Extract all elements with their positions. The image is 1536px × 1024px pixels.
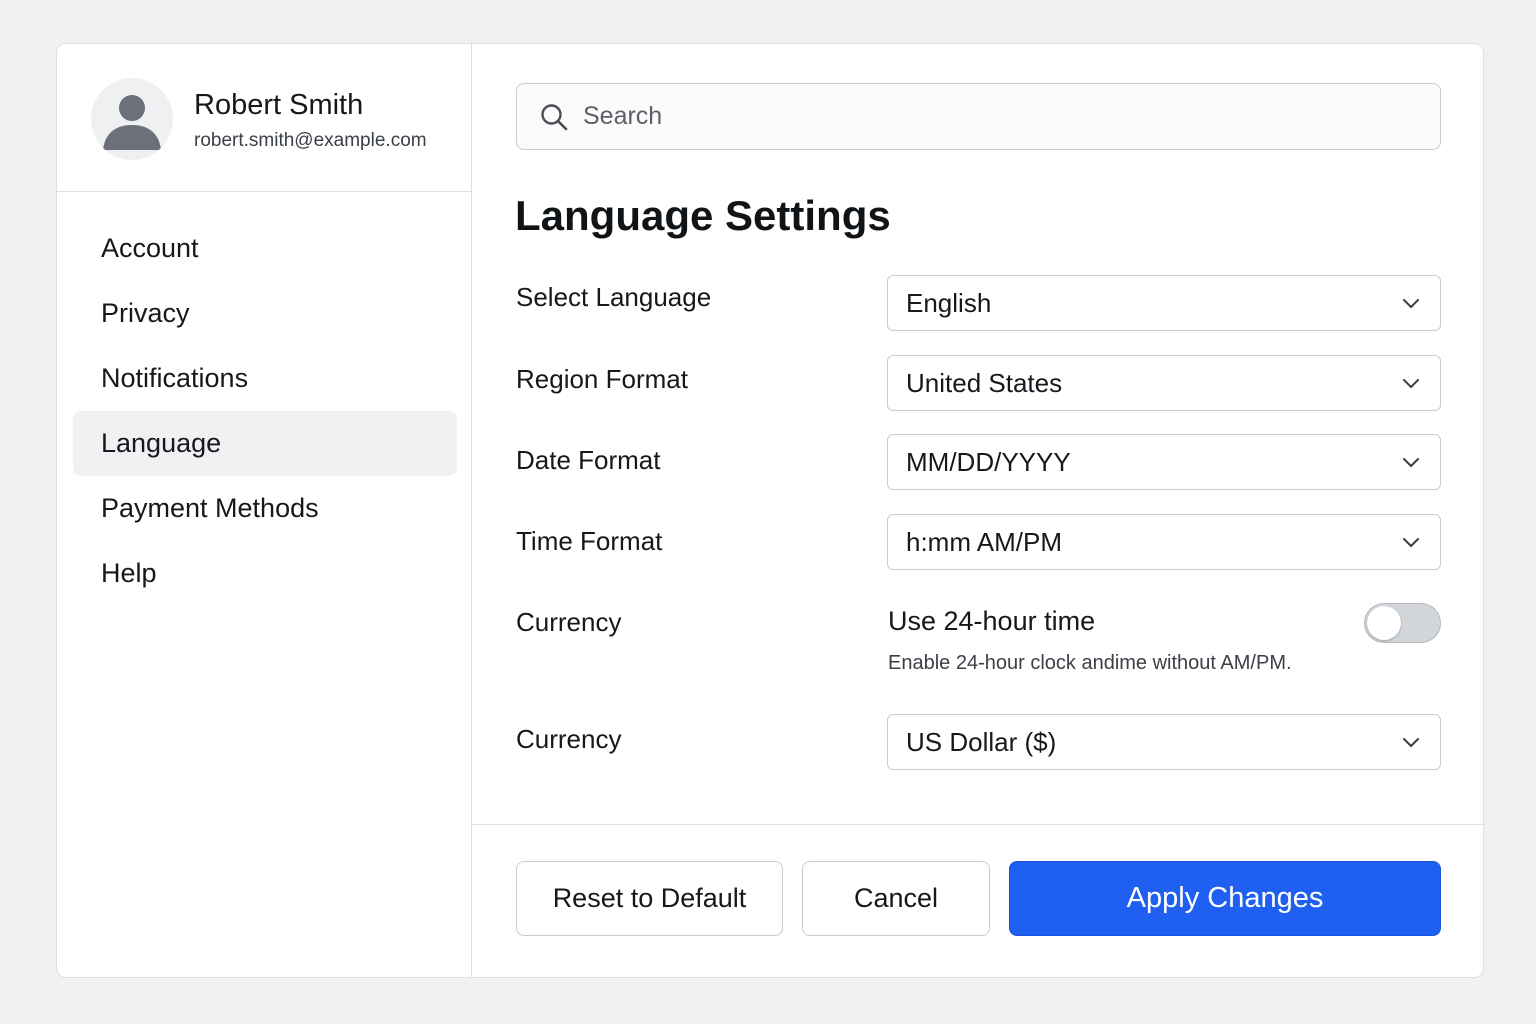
apply-changes-button[interactable]: Apply Changes bbox=[1009, 861, 1441, 936]
region-format-select[interactable]: United States bbox=[887, 355, 1441, 411]
sidebar-item-privacy[interactable]: Privacy bbox=[73, 281, 457, 346]
footer-divider bbox=[472, 824, 1483, 825]
date-format-select-value: MM/DD/YYYY bbox=[906, 447, 1071, 477]
time-format-label: Time Format bbox=[516, 526, 663, 556]
region-format-label: Region Format bbox=[516, 364, 688, 394]
time-format-select-value: h:mm AM/PM bbox=[906, 527, 1063, 557]
date-format-select[interactable]: MM/DD/YYYY bbox=[887, 434, 1441, 490]
user-avatar-icon[interactable] bbox=[91, 78, 173, 160]
chevron-down-icon bbox=[1402, 295, 1420, 318]
profile-email: robert.smith@example.com bbox=[194, 130, 427, 151]
chevron-down-icon bbox=[1402, 375, 1420, 398]
toggle-row-label: Currency bbox=[516, 607, 622, 637]
page-title: Language Settings bbox=[515, 192, 891, 239]
region-format-select-value: United States bbox=[906, 368, 1063, 398]
language-select-value: English bbox=[906, 288, 992, 318]
main-panel: Language Settings Select Language Englis… bbox=[472, 44, 1483, 977]
currency-select[interactable]: US Dollar ($) bbox=[887, 714, 1441, 770]
time-format-select[interactable]: h:mm AM/PM bbox=[887, 514, 1441, 570]
search-icon bbox=[539, 102, 569, 137]
use-24-hour-description: Enable 24-hour clock andime without AM/P… bbox=[888, 652, 1292, 674]
currency-select-value: US Dollar ($) bbox=[906, 727, 1057, 757]
toggle-knob bbox=[1367, 606, 1401, 640]
reset-to-default-button[interactable]: Reset to Default bbox=[516, 861, 783, 936]
sidebar-item-help[interactable]: Help bbox=[73, 541, 457, 606]
use-24-hour-title: Use 24-hour time bbox=[888, 606, 1096, 636]
sidebar-item-account[interactable]: Account bbox=[73, 216, 457, 281]
cancel-button[interactable]: Cancel bbox=[802, 861, 990, 936]
sidebar-item-payment-methods[interactable]: Payment Methods bbox=[73, 476, 457, 541]
sidebar-item-notifications[interactable]: Notifications bbox=[73, 346, 457, 411]
chevron-down-icon bbox=[1402, 534, 1420, 557]
search-bar bbox=[516, 83, 1441, 150]
sidebar: Robert Smith robert.smith@example.com Ac… bbox=[57, 44, 472, 977]
settings-window: Robert Smith robert.smith@example.com Ac… bbox=[56, 43, 1484, 978]
chevron-down-icon bbox=[1402, 454, 1420, 477]
sidebar-nav: Account Privacy Notifications Language P… bbox=[73, 216, 457, 606]
select-language-label: Select Language bbox=[516, 282, 712, 312]
profile-name: Robert Smith bbox=[194, 89, 364, 121]
use-24-hour-toggle[interactable] bbox=[1364, 603, 1441, 643]
date-format-label: Date Format bbox=[516, 445, 661, 475]
profile-header: Robert Smith robert.smith@example.com bbox=[57, 44, 471, 192]
sidebar-item-language[interactable]: Language bbox=[73, 411, 457, 476]
chevron-down-icon bbox=[1402, 734, 1420, 757]
currency-label: Currency bbox=[516, 724, 622, 754]
search-input[interactable] bbox=[583, 84, 1423, 149]
language-select[interactable]: English bbox=[887, 275, 1441, 331]
